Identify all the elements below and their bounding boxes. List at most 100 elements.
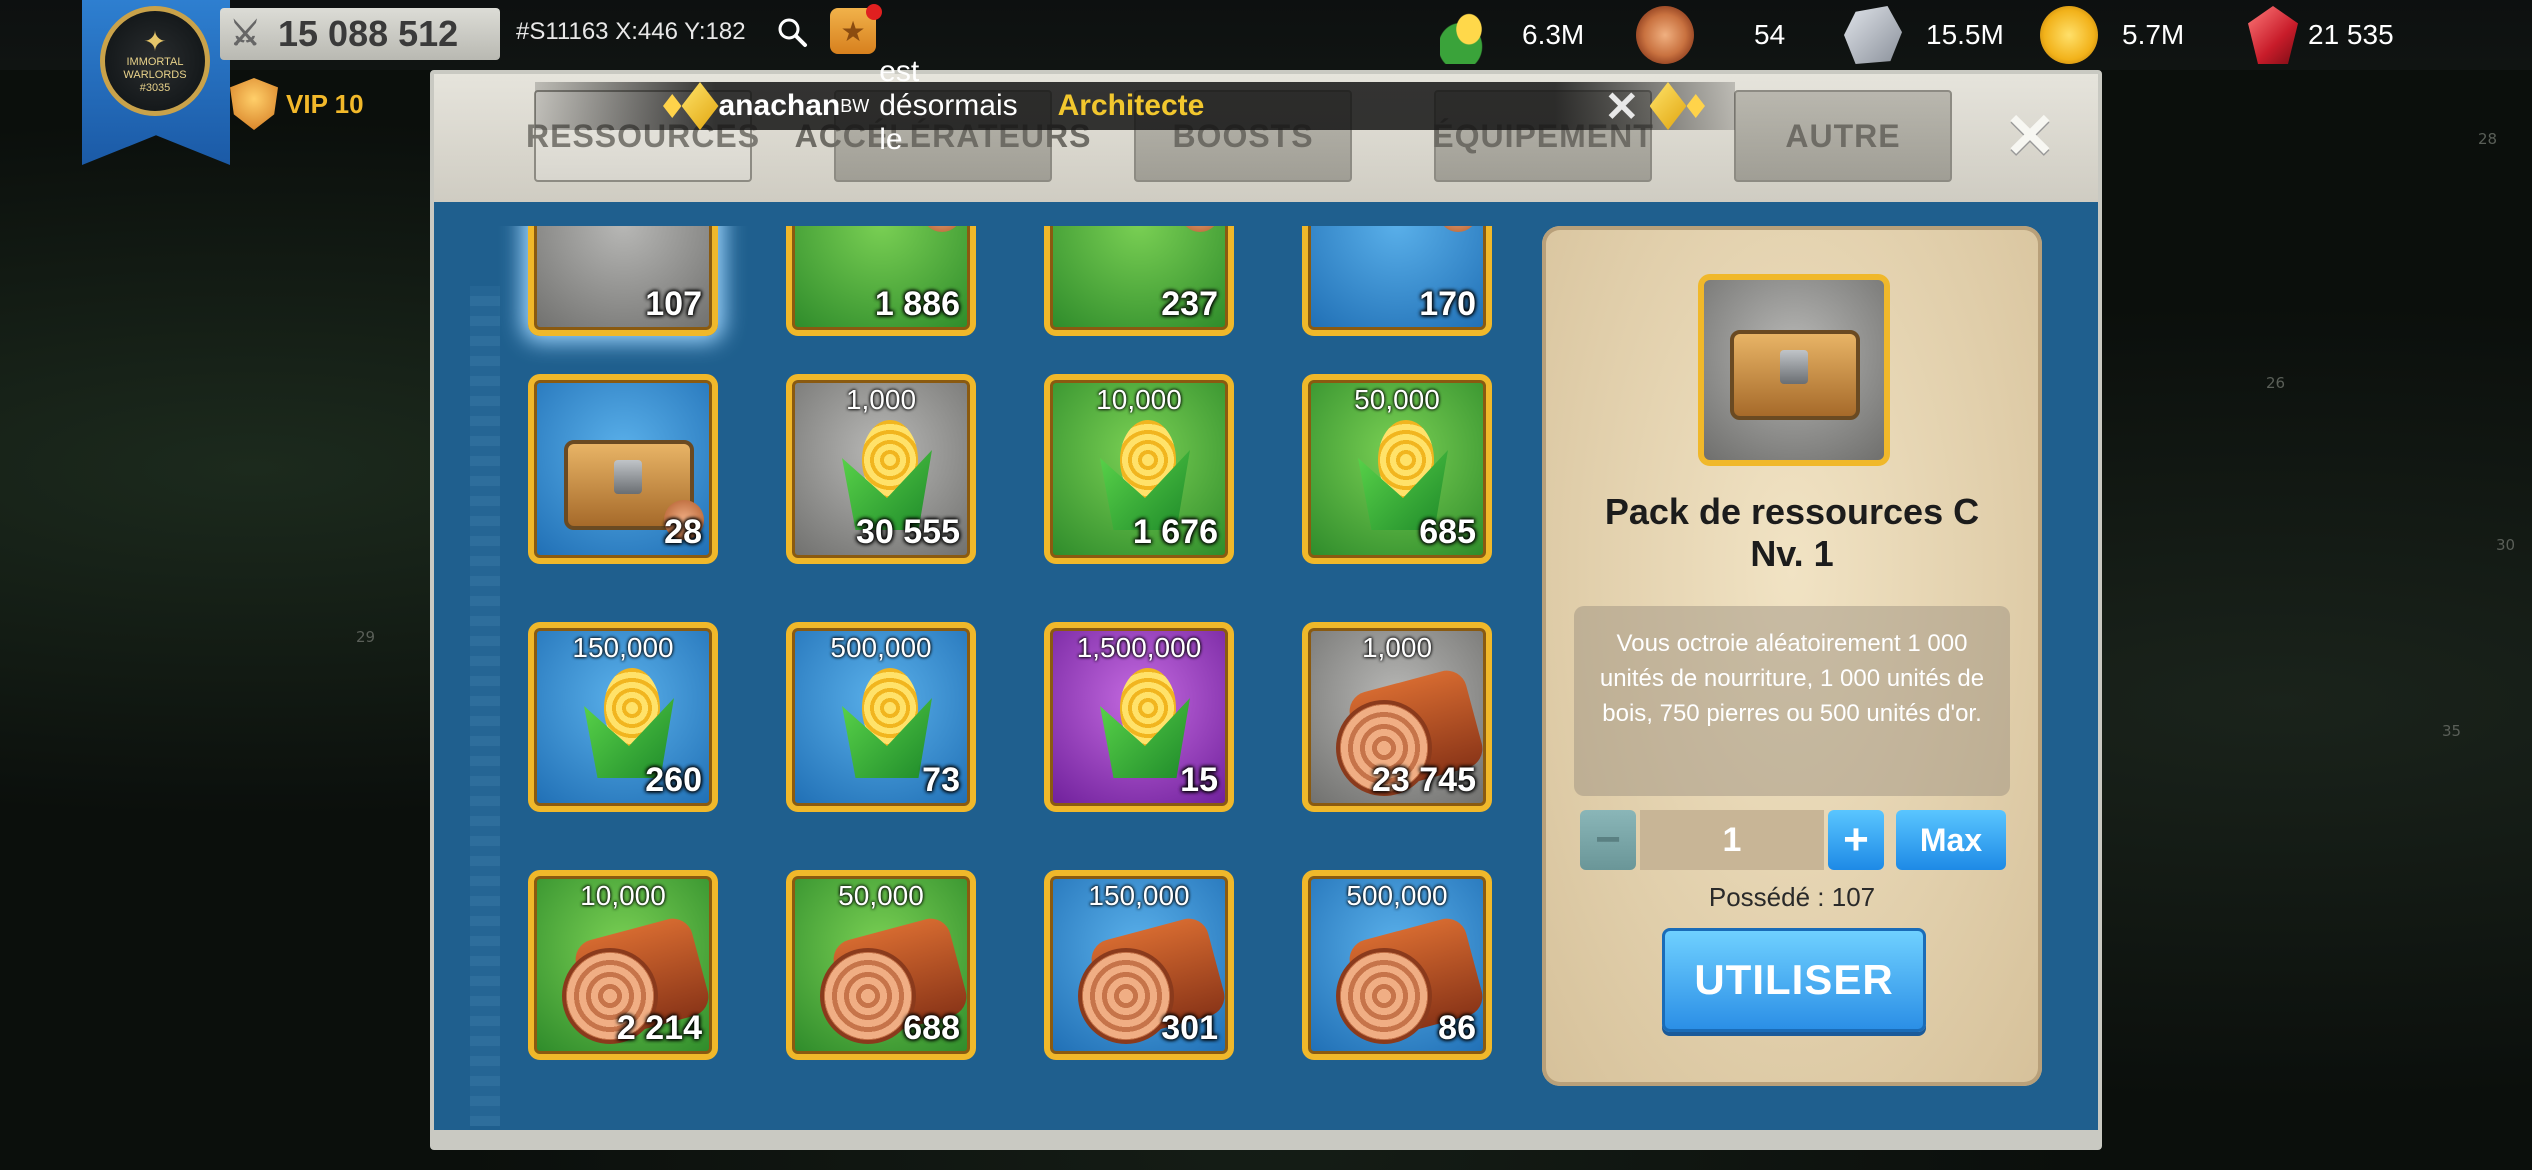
power-value: 15 088 512 (278, 13, 459, 54)
max-button[interactable]: Max (1896, 810, 2006, 870)
stone-icon (1844, 6, 1902, 64)
selected-item-image (1698, 274, 1890, 466)
eagle-icon: ✦ (143, 25, 167, 57)
notification-dot (866, 4, 882, 20)
item-title-line1: Pack de ressources C (1604, 491, 1980, 532)
item-count: 15 (1180, 761, 1218, 799)
wood-log-icon (1636, 6, 1694, 64)
decorative-border (470, 286, 500, 1126)
item-count: 2 214 (616, 1009, 702, 1047)
item-count: 1 676 (1132, 513, 1218, 551)
items-window: RESSOURCES ACCÉLÉRATEURS BOOSTS ÉQUIPEME… (430, 70, 2102, 1150)
item-count: 301 (1161, 1009, 1218, 1047)
stone-amount: 15.5M (1926, 19, 2004, 50)
alliance-tag: BW (840, 95, 870, 116)
item-count: 1 886 (874, 285, 960, 323)
diamond-icon (1649, 82, 1687, 130)
item-count: 30 555 (856, 513, 960, 551)
item-amount-label: 10,000 (580, 880, 666, 911)
gold-coin-icon (2040, 6, 2098, 64)
resource-wood[interactable]: 54 (1636, 0, 1785, 70)
item-amount-label: 500,000 (830, 632, 932, 663)
resource-gems[interactable]: 21 535 (2248, 0, 2394, 70)
item-count: 107 (645, 285, 702, 323)
item-count: 23 745 (1372, 761, 1476, 799)
close-icon[interactable]: ✕ (1604, 82, 1639, 131)
inventory-item[interactable]: 237 (1044, 226, 1234, 336)
wood-amount: 54 (1754, 19, 1786, 50)
item-amount-label: 150,000 (1088, 880, 1190, 911)
vip-badge[interactable]: VIP 10 (230, 78, 364, 130)
star-icon: ★ (840, 15, 866, 47)
chest-icon (1720, 310, 1870, 430)
inventory-item[interactable]: 170 (1302, 226, 1492, 336)
quantity-value[interactable]: 1 (1640, 810, 1824, 870)
inventory-item[interactable]: 50,000 688 (786, 870, 976, 1060)
gem-icon (2248, 6, 2298, 64)
inventory-item[interactable]: 1,000 23 745 (1302, 622, 1492, 812)
close-icon[interactable]: ✕ (2004, 106, 2056, 168)
item-description: Vous octroie aléatoirement 1 000 unités … (1574, 606, 2010, 796)
inventory-item[interactable]: 10,000 2 214 (528, 870, 718, 1060)
food-amount: 6.3M (1522, 19, 1585, 50)
power-display[interactable]: ⚔ 15 088 512 (220, 8, 500, 60)
sparkle-icon (1686, 94, 1705, 118)
item-title: Pack de ressources C Nv. 1 (1542, 491, 2042, 575)
owned-count: Possédé : 107 (1708, 882, 1876, 912)
tab-other[interactable]: AUTRE (1734, 90, 1952, 182)
bottom-scrollbar[interactable] (434, 1130, 2098, 1146)
search-icon[interactable] (776, 16, 808, 48)
resource-stone[interactable]: 15.5M (1844, 0, 2004, 70)
sword-icon: ⚔ (230, 15, 261, 53)
inventory-item[interactable]: 1,000 30 555 (786, 374, 976, 564)
item-grid[interactable]: 107 1 886 237 170 28 1,000 30 555 10,000… (434, 226, 1534, 1126)
plus-button[interactable]: + (1828, 810, 1884, 870)
inventory-item[interactable]: 150,000 301 (1044, 870, 1234, 1060)
inventory-item[interactable]: 150,000 260 (528, 622, 718, 812)
item-amount-label: 50,000 (838, 880, 924, 911)
gold-amount: 5.7M (2122, 19, 2185, 50)
item-amount-label: 1,000 (1361, 632, 1433, 663)
map-tile-number: 35 (2442, 722, 2462, 740)
sparkle-icon (663, 94, 682, 118)
alliance-number: #3035 (139, 81, 171, 94)
role-name: Architecte (1057, 89, 1205, 122)
inventory-item[interactable]: 1,500,000 15 (1044, 622, 1234, 812)
inventory-item[interactable]: 28 (528, 374, 718, 564)
resource-food[interactable]: 6.3M (1440, 0, 1584, 70)
item-amount-label: 1,500,000 (1076, 632, 1202, 663)
use-button[interactable]: UTILISER (1662, 928, 1926, 1032)
inventory-item[interactable]: 500,000 86 (1302, 870, 1492, 1060)
inventory-item[interactable]: 107 (528, 226, 718, 336)
vip-shield-icon (230, 78, 278, 130)
item-count: 86 (1438, 1009, 1476, 1047)
inventory-item[interactable]: 500,000 73 (786, 622, 976, 812)
corn-icon (1440, 6, 1498, 64)
quantity-stepper: − 1 + Max (1580, 810, 2010, 870)
item-amount-label: 50,000 (1354, 384, 1440, 415)
item-count: 260 (645, 761, 702, 799)
inventory-item[interactable]: 10,000 1 676 (1044, 374, 1234, 564)
inventory-item[interactable]: 1 886 (786, 226, 976, 336)
item-detail-panel: Pack de ressources C Nv. 1 Vous octroie … (1542, 226, 2042, 1086)
item-count: 688 (903, 1009, 960, 1047)
item-amount-label: 150,000 (572, 632, 674, 663)
item-title-line2: Nv. 1 (1750, 533, 1834, 574)
map-tile-number: 29 (356, 628, 376, 646)
map-tile-number: 26 (2266, 374, 2286, 392)
resource-gold[interactable]: 5.7M (2040, 0, 2184, 70)
diamond-icon (681, 82, 719, 130)
alliance-emblem[interactable]: ✦ IMMORTAL WARLORDS #3035 (100, 6, 210, 116)
map-tile-number: 30 (2496, 536, 2516, 554)
gems-amount: 21 535 (2308, 19, 2394, 50)
minus-button[interactable]: − (1580, 810, 1636, 870)
item-count: 170 (1419, 285, 1476, 323)
vip-label: VIP 10 (286, 88, 364, 119)
notification-banner: anachan BW est désormais le Architecte ✕ (535, 55, 1735, 156)
item-amount-label: 1,000 (845, 384, 917, 415)
coordinates-readout[interactable]: #S11163 X:446 Y:182 (516, 18, 746, 46)
item-amount-label: 500,000 (1346, 880, 1448, 911)
item-count: 73 (922, 761, 960, 799)
inventory-item[interactable]: 50,000 685 (1302, 374, 1492, 564)
item-amount-label: 10,000 (1096, 384, 1182, 415)
